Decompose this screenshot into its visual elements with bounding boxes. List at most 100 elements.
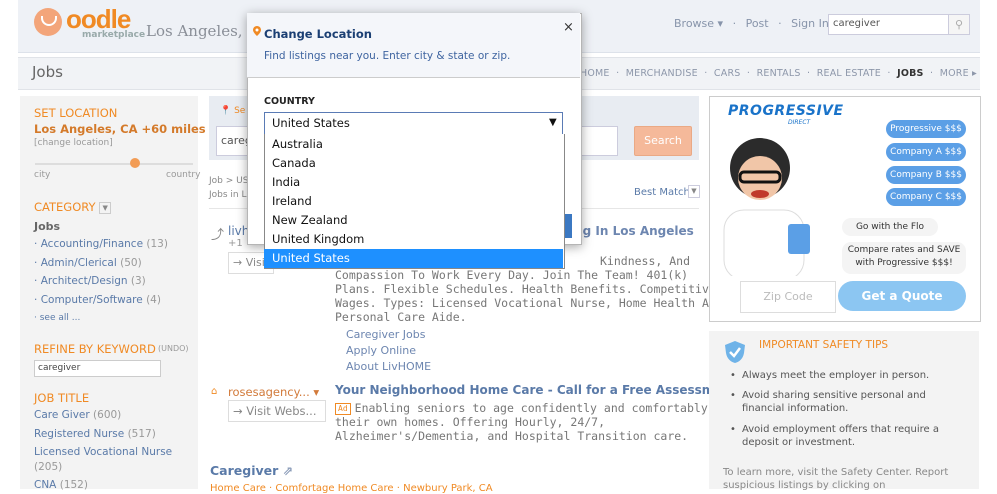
ad-pill[interactable]: Company C $$$ <box>886 188 966 206</box>
catnav-cars[interactable]: CARS <box>714 68 741 79</box>
category-title: CATEGORY ▼ <box>34 200 112 214</box>
catnav-merchandise[interactable]: MERCHANDISE <box>626 68 698 79</box>
safety-center-text[interactable]: To learn more, visit the Safety Center. … <box>723 466 973 492</box>
refine-keyword-title: REFINE BY KEYWORD <box>34 342 156 356</box>
sponsor-icon: ⌂ <box>211 386 218 397</box>
chevron-down-icon[interactable]: ▼ <box>688 185 700 198</box>
country-option[interactable]: Australia <box>264 135 563 154</box>
slider-min-label: city <box>34 170 51 180</box>
listing-desc-line: Compassion To Work Every Day. Join The T… <box>335 268 689 282</box>
header-search-input[interactable]: caregiver ⚲ <box>828 14 970 35</box>
set-location-title: SET LOCATION <box>34 106 118 120</box>
ad-pill[interactable]: Progressive $$$ <box>886 120 966 138</box>
category-see-all[interactable]: · see all ... <box>34 313 80 323</box>
safety-tip: Avoid employment offers that require a d… <box>730 423 964 449</box>
job-title-item[interactable]: Registered Nurse (517) <box>34 428 156 440</box>
listing-desc-line: Kindness, And <box>600 254 691 268</box>
category-item[interactable]: · Computer/Software (4) <box>34 294 161 306</box>
distance-slider-track[interactable] <box>35 163 193 165</box>
nav-browse[interactable]: Browse ▾ <box>674 17 723 30</box>
logo-icon[interactable] <box>34 8 62 36</box>
ad-badge: Ad <box>335 403 351 415</box>
page-title: Jobs <box>32 63 63 81</box>
ad-brand[interactable]: PROGRESSIVE <box>728 103 844 119</box>
listing-title[interactable]: ing In Los Angeles <box>570 224 694 238</box>
catnav-more[interactable]: MORE ▸ <box>940 68 977 79</box>
sort-select[interactable]: Best Match <box>634 187 690 198</box>
safety-tip: Always meet the employer in person. <box>730 369 964 382</box>
results-heading: Jobs in L <box>209 190 247 200</box>
listing-desc-line: Wages. Types: Licensed Vocational Nurse,… <box>335 296 737 310</box>
ad-speech-bubble: Compare rates and SAVE with Progressive $… <box>842 242 966 274</box>
main-search-button[interactable]: Search <box>634 126 692 156</box>
keyword-undo-link[interactable]: (UNDO) <box>158 344 189 353</box>
zip-code-input[interactable]: Zip Code <box>740 281 836 313</box>
keyword-input[interactable]: caregiver <box>34 360 161 377</box>
listing-sublink[interactable]: Caregiver Jobs <box>346 328 426 341</box>
listing-sublink[interactable]: About LivHOME <box>346 360 431 373</box>
caret-down-icon[interactable]: ▼ <box>549 117 557 128</box>
top-nav: Browse ▾ · Post · Sign In <box>674 17 835 30</box>
job-title-count: (205) <box>34 461 63 473</box>
job-title-item[interactable]: Care Giver (600) <box>34 409 121 421</box>
distance-slider-handle[interactable] <box>130 158 140 168</box>
listing-sublink[interactable]: Apply Online <box>346 344 416 357</box>
job-title-item[interactable]: Licensed Vocational Nurse <box>34 446 172 458</box>
nav-post[interactable]: Post <box>746 17 769 30</box>
catnav-rentals[interactable]: RENTALS <box>757 68 801 79</box>
search-icon[interactable]: ⚲ <box>948 15 969 34</box>
catnav-real-estate[interactable]: REAL ESTATE <box>817 68 881 79</box>
nav-separator: · <box>778 17 782 30</box>
chevron-down-icon[interactable]: ▼ <box>99 202 112 214</box>
nav-sign-in[interactable]: Sign In <box>791 17 829 30</box>
change-location-link[interactable]: [change location] <box>34 138 113 148</box>
nav-separator: · <box>732 17 737 30</box>
catnav-jobs[interactable]: JOBS <box>897 68 924 79</box>
modal-title: Change Location <box>264 27 372 41</box>
safety-tips-title: IMPORTANT SAFETY TIPS <box>759 339 889 351</box>
listing-desc-line: Alzheimer's/Dementia, and Hospital Trans… <box>335 429 689 443</box>
breadcrumb[interactable]: Job > US <box>209 176 248 186</box>
category-item[interactable]: · Architect/Design (3) <box>34 275 146 287</box>
country-label: COUNTRY <box>264 96 315 107</box>
category-item[interactable]: · Accounting/Finance (13) <box>34 238 168 250</box>
section-title[interactable]: Caregiver ⇗ <box>210 463 293 478</box>
listing-desc-line: Ad Enabling seniors to age confidently an… <box>335 401 729 415</box>
pin-icon: 📍 <box>220 106 232 116</box>
shield-icon <box>725 341 745 363</box>
listing-title[interactable]: Your Neighborhood Home Care - Call for a… <box>335 383 737 397</box>
category-item[interactable]: · Admin/Clerical (50) <box>34 257 142 269</box>
safety-tip: Avoid sharing sensitive personal and fin… <box>730 389 964 415</box>
slider-max-label: country <box>166 170 201 180</box>
search-label: 📍 Se <box>220 106 246 116</box>
sponsor-icon: ⤴ <box>211 228 225 243</box>
listing-desc-line: Personal Care Aide. <box>335 310 467 324</box>
modal-description: Find listings near you. Enter city & sta… <box>264 50 511 62</box>
share-icon[interactable]: ⇗ <box>283 463 293 478</box>
country-option-selected[interactable]: United States <box>264 249 563 268</box>
listing-plus: +1 <box>228 238 243 249</box>
listing-desc-line: their own homes. Offering Hourly, 24/7, <box>335 415 606 429</box>
listing-source[interactable]: rosesagency... ▾ <box>228 385 319 399</box>
country-option[interactable]: Canada <box>264 154 563 173</box>
job-title-item[interactable]: CNA (152) <box>34 479 88 491</box>
catnav-home[interactable]: HOME <box>580 68 610 79</box>
close-icon[interactable]: × <box>563 20 574 35</box>
country-select-value: United States <box>272 116 350 130</box>
location-pin-icon <box>253 26 261 36</box>
header-search-value: caregiver <box>833 18 880 29</box>
get-quote-button[interactable]: Get a Quote <box>838 281 966 311</box>
country-option[interactable]: United Kingdom <box>264 230 563 249</box>
category-nav: HOME · MERCHANDISE · CARS · RENTALS · RE… <box>580 68 977 79</box>
ad-brand-sub: DIRECT <box>788 119 811 126</box>
logo-subtitle: marketplace <box>82 30 146 40</box>
ad-pill[interactable]: Company A $$$ <box>886 143 966 161</box>
country-option[interactable]: Ireland <box>264 192 563 211</box>
country-option[interactable]: New Zealand <box>264 211 563 230</box>
visit-website-button[interactable]: → Visit Webs... <box>228 400 326 422</box>
category-current: Jobs <box>34 220 61 233</box>
ad-pill[interactable]: Company B $$$ <box>886 166 966 184</box>
job-title-title: JOB TITLE <box>34 391 90 405</box>
country-option[interactable]: India <box>264 173 563 192</box>
ad-person-illustration <box>723 138 810 276</box>
